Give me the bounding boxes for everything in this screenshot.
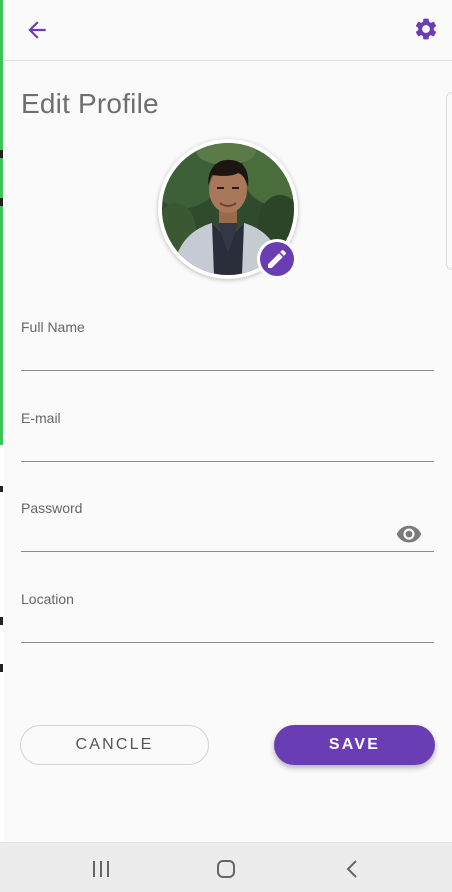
email-input[interactable]	[21, 430, 434, 460]
edit-avatar-button[interactable]	[257, 239, 297, 279]
recents-icon	[93, 861, 109, 877]
edge-mark	[0, 198, 3, 206]
page-title: Edit Profile	[21, 88, 159, 119]
edit-profile-screen: Edit Profile Full Name E-mail Password L…	[0, 0, 452, 892]
back-button[interactable]	[24, 17, 50, 43]
location-underline	[21, 642, 434, 643]
edge-mark	[0, 617, 3, 625]
system-back-button[interactable]	[341, 858, 363, 880]
home-button[interactable]	[215, 858, 237, 880]
system-navigation-bar	[0, 842, 452, 892]
recents-button[interactable]	[90, 858, 112, 880]
email-field: E-mail	[21, 410, 434, 466]
left-edge-accent	[0, 0, 3, 445]
password-label: Password	[21, 500, 83, 516]
email-label: E-mail	[21, 410, 61, 426]
home-icon	[217, 860, 235, 878]
location-label: Location	[21, 591, 74, 607]
pencil-icon	[268, 249, 287, 268]
full-name-underline	[21, 370, 434, 371]
save-button[interactable]: SAVE	[274, 725, 435, 765]
edit-avatar-badge	[260, 242, 294, 276]
password-underline	[21, 551, 434, 552]
background-card-peek	[446, 92, 452, 270]
edge-mark	[0, 664, 3, 672]
password-visibility-toggle[interactable]	[395, 523, 423, 543]
location-input[interactable]	[21, 611, 434, 641]
edge-mark	[0, 486, 3, 492]
settings-button[interactable]	[413, 16, 439, 42]
full-name-label: Full Name	[21, 319, 85, 335]
arrow-back-icon	[28, 21, 46, 39]
full-name-field: Full Name	[21, 319, 434, 375]
full-name-input[interactable]	[21, 339, 434, 369]
password-input[interactable]	[21, 520, 381, 550]
eye-icon	[396, 525, 422, 543]
gear-icon	[415, 18, 437, 40]
password-field: Password	[21, 500, 434, 556]
chevron-left-icon	[346, 860, 357, 878]
edge-mark	[0, 150, 3, 158]
location-field: Location	[21, 591, 434, 647]
app-bar	[4, 0, 452, 61]
email-underline	[21, 461, 434, 462]
cancel-button[interactable]: CANCLE	[20, 725, 209, 765]
